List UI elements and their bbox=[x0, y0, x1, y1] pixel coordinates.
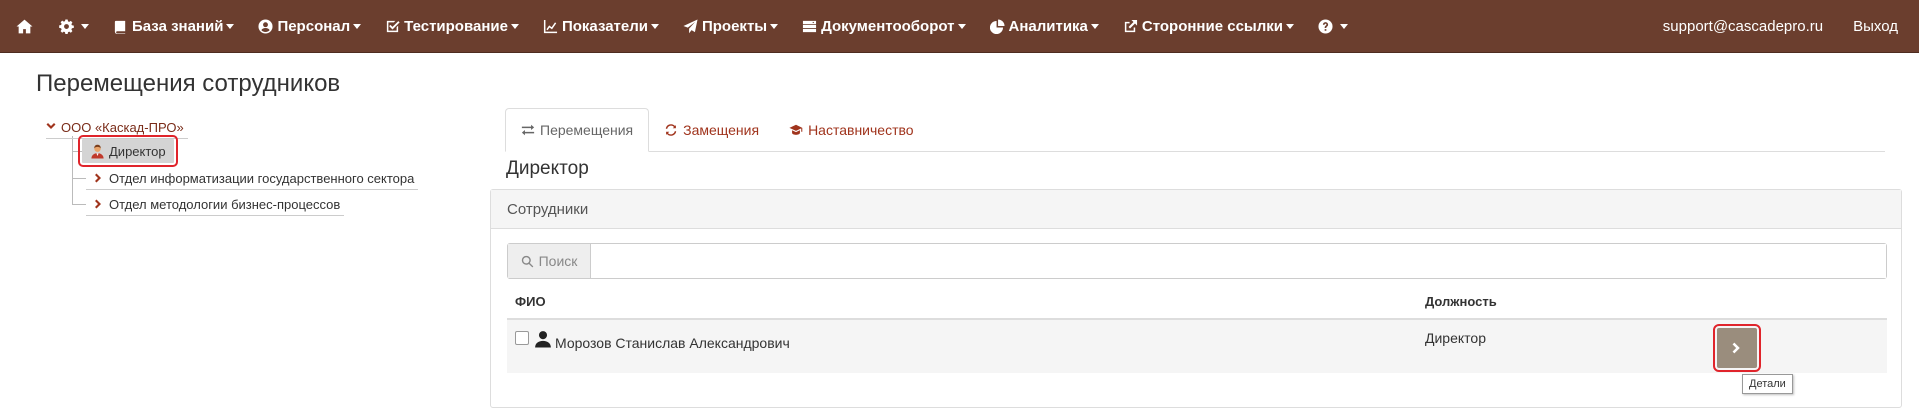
nav-right: support@cascadepro.ru Выход bbox=[1651, 0, 1919, 53]
chevron-down-icon bbox=[353, 24, 362, 29]
employee-name: Морозов Станислав Александрович bbox=[555, 335, 790, 351]
nav-personnel[interactable]: Персонал bbox=[246, 0, 373, 53]
search-addon: Поиск bbox=[508, 244, 591, 278]
chevron-down-icon bbox=[510, 24, 519, 29]
nav-personnel-label: Персонал bbox=[277, 18, 351, 35]
chevron-down-icon bbox=[1339, 24, 1348, 29]
search-input[interactable] bbox=[591, 244, 1886, 278]
tab-mentoring[interactable]: Наставничество bbox=[774, 109, 929, 151]
line-chart-icon bbox=[543, 19, 558, 34]
logout-link[interactable]: Выход bbox=[1835, 0, 1919, 53]
nav-document-flow[interactable]: Документооборот bbox=[790, 0, 977, 53]
nav-document-flow-label: Документооборот bbox=[821, 18, 955, 35]
tab-substitutions-label: Замещения bbox=[683, 122, 760, 138]
user-email-link[interactable]: support@cascadepro.ru bbox=[1651, 0, 1835, 53]
refresh-icon bbox=[665, 124, 677, 136]
exchange-icon bbox=[521, 124, 535, 136]
employees-table: ФИО Должность Морозов Станислав Александ… bbox=[507, 288, 1887, 373]
nav-testing[interactable]: Тестирование bbox=[373, 0, 531, 53]
nav-left: База знаний Персонал Тестирование Показа… bbox=[0, 0, 1360, 53]
top-navbar: База знаний Персонал Тестирование Показа… bbox=[0, 0, 1919, 53]
nav-external-links-label: Сторонние ссылки bbox=[1141, 18, 1283, 35]
gear-icon bbox=[59, 19, 74, 34]
home-button[interactable] bbox=[0, 0, 47, 53]
settings-menu[interactable] bbox=[47, 0, 101, 53]
graduation-cap-icon bbox=[789, 124, 803, 135]
chevron-down-icon bbox=[1285, 24, 1294, 29]
details-button[interactable] bbox=[1713, 324, 1761, 372]
question-circle-icon bbox=[1318, 19, 1333, 34]
tab-transfers[interactable]: Перемещения bbox=[505, 108, 650, 152]
row-checkbox[interactable] bbox=[515, 331, 529, 345]
server-icon bbox=[803, 20, 817, 33]
tabs-bar: Перемещения Замещения Наставничество bbox=[505, 108, 1885, 152]
nav-external-links[interactable]: Сторонние ссылки bbox=[1111, 0, 1306, 53]
page-title: Перемещения сотрудников bbox=[36, 70, 341, 97]
chevron-down-icon bbox=[46, 123, 56, 129]
column-header-name[interactable]: ФИО bbox=[515, 294, 546, 309]
search-icon bbox=[521, 255, 533, 267]
tree-director-label: Директор bbox=[109, 143, 166, 159]
nav-knowledge-base-label: База знаний bbox=[132, 18, 224, 35]
nav-testing-label: Тестирование bbox=[404, 18, 508, 35]
chevron-down-icon bbox=[770, 24, 779, 29]
chevron-right-icon bbox=[1732, 342, 1740, 354]
tree-connector bbox=[72, 151, 82, 152]
chevron-down-icon bbox=[226, 24, 235, 29]
nav-indicators[interactable]: Показатели bbox=[531, 0, 671, 53]
column-header-position[interactable]: Должность bbox=[1425, 294, 1497, 309]
user-avatar-icon bbox=[91, 144, 104, 159]
tree-node-director[interactable]: Директор bbox=[78, 135, 178, 167]
paper-plane-icon bbox=[683, 19, 698, 34]
tree-root-label: ООО «Каскад-ПРО» bbox=[61, 119, 184, 135]
nav-analytics-label: Аналитика bbox=[1008, 18, 1088, 35]
tab-mentoring-label: Наставничество bbox=[808, 122, 914, 138]
user-circle-icon bbox=[258, 19, 273, 34]
tree-connector bbox=[72, 178, 86, 179]
nav-analytics[interactable]: Аналитика bbox=[978, 0, 1111, 53]
book-icon bbox=[114, 20, 126, 34]
tree-department-label: Отдел методологии бизнес-процессов bbox=[109, 196, 341, 212]
pie-chart-icon bbox=[989, 19, 1005, 34]
section-heading: Директор bbox=[506, 158, 589, 179]
panel-heading: Сотрудники bbox=[491, 190, 1901, 229]
nav-knowledge-base[interactable]: База знаний bbox=[101, 0, 246, 53]
tree-connector bbox=[72, 136, 73, 204]
tree-node-department[interactable]: Отдел информатизации государственного се… bbox=[86, 167, 419, 190]
chevron-down-icon bbox=[650, 24, 659, 29]
search-addon-label: Поиск bbox=[538, 253, 578, 269]
tab-transfers-label: Перемещения bbox=[540, 122, 634, 138]
tree-root-node[interactable]: ООО «Каскад-ПРО» bbox=[46, 116, 188, 139]
external-link-icon bbox=[1124, 19, 1137, 33]
check-square-icon bbox=[387, 20, 400, 33]
nav-projects-label: Проекты bbox=[701, 18, 768, 35]
employee-position: Директор bbox=[1425, 330, 1486, 346]
chevron-down-icon bbox=[1090, 24, 1099, 29]
home-icon bbox=[16, 19, 33, 34]
org-tree: ООО «Каскад-ПРО» Директор Отдел информат… bbox=[40, 112, 440, 222]
table-row: Морозов Станислав Александрович Директор bbox=[507, 320, 1887, 373]
user-icon bbox=[535, 331, 551, 348]
details-tooltip: Детали bbox=[1742, 374, 1793, 394]
help-menu[interactable] bbox=[1306, 0, 1360, 53]
tab-substitutions[interactable]: Замещения bbox=[649, 109, 774, 151]
table-header: ФИО Должность bbox=[507, 288, 1887, 320]
chevron-down-icon bbox=[957, 24, 966, 29]
chevron-right-icon bbox=[95, 173, 101, 183]
nav-indicators-label: Показатели bbox=[561, 18, 648, 35]
chevron-down-icon bbox=[81, 24, 89, 29]
search-group: Поиск bbox=[507, 243, 1887, 279]
nav-projects[interactable]: Проекты bbox=[671, 0, 790, 53]
employees-panel: Сотрудники Поиск ФИО Должность Морозов С… bbox=[490, 189, 1902, 408]
tree-connector bbox=[72, 204, 86, 205]
chevron-right-icon bbox=[95, 199, 101, 209]
tree-department-label: Отдел информатизации государственного се… bbox=[109, 170, 415, 186]
tree-node-department[interactable]: Отдел методологии бизнес-процессов bbox=[86, 193, 345, 216]
